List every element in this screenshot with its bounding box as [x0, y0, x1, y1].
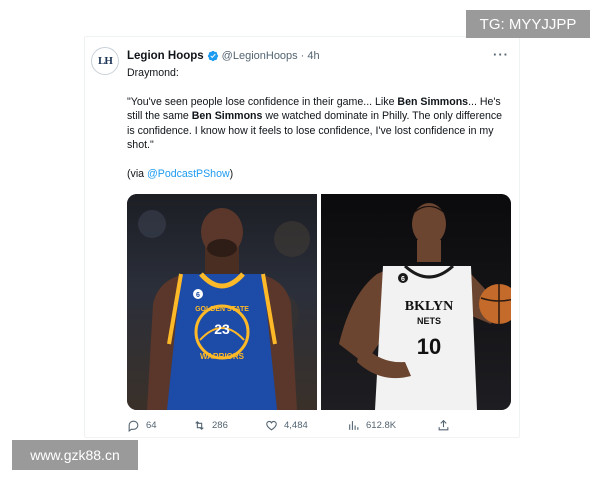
reply-count: 64 [146, 419, 157, 431]
jersey-text-top: BKLYN [405, 299, 454, 314]
tweet-card[interactable]: LH Legion Hoops @LegionHoops · 4h ··· Dr… [84, 36, 520, 438]
handle[interactable]: @LegionHoops [222, 50, 298, 62]
jersey-text-top: GOLDEN STATE [195, 306, 249, 313]
tweet-quote: "You've seen people lose confidence in t… [127, 95, 503, 152]
action-bar: 64 286 4,484 612.8K [127, 417, 511, 433]
jersey-text-bottom: WARRIORS [200, 352, 245, 361]
avatar[interactable]: LH [91, 47, 119, 75]
bold-name: Ben Simmons [191, 110, 263, 122]
verified-badge-icon [207, 50, 218, 62]
retweet-button[interactable]: 286 [193, 419, 265, 432]
jersey-number-left: 23 [214, 321, 230, 337]
legion-hoops-logo: LH [98, 55, 113, 67]
player-illustration-left: GOLDEN STATE 23 WARRIORS 6 [138, 208, 310, 410]
media-grid[interactable]: GOLDEN STATE 23 WARRIORS 6 BKLYN NETS 10… [127, 194, 511, 410]
timestamp[interactable]: 4h [307, 50, 319, 62]
jersey-text-bottom: NETS [417, 316, 441, 326]
share-button[interactable] [437, 419, 450, 432]
mention-link[interactable]: @PodcastPShow [147, 168, 230, 180]
views-count: 612.8K [366, 419, 397, 431]
bold-name: Ben Simmons [397, 95, 469, 108]
photo-draymond[interactable]: GOLDEN STATE 23 WARRIORS 6 [127, 194, 317, 410]
display-name[interactable]: Legion Hoops [127, 50, 204, 62]
tweet-text: Draymond: "You've seen people lose confi… [127, 66, 511, 181]
heart-icon [266, 420, 277, 430]
more-options-button[interactable]: ··· [493, 47, 509, 62]
watermark-site: www.gzk88.cn [12, 440, 138, 470]
watermark-tg: TG: MYYJJPP [466, 10, 590, 38]
views-button[interactable]: 612.8K [347, 419, 437, 432]
player-illustration-right: BKLYN NETS 10 6 [339, 203, 511, 410]
tweet-intro: Draymond: [127, 67, 179, 79]
tweet-via: (via @PodcastPShow) [127, 167, 234, 180]
retweet-icon [195, 420, 204, 430]
jersey-patch-number-left: 6 [196, 292, 200, 299]
like-count: 4,484 [284, 419, 308, 431]
reply-icon [128, 420, 139, 432]
tweet-header: Legion Hoops @LegionHoops · 4h [127, 48, 320, 64]
retweet-count: 286 [212, 419, 228, 431]
photo-ben-simmons[interactable]: BKLYN NETS 10 6 [321, 194, 511, 410]
jersey-patch-number-right: 6 [401, 276, 405, 283]
jersey-number-right: 10 [417, 334, 441, 359]
share-icon [438, 419, 449, 430]
separator-dot: · [300, 50, 305, 62]
reply-button[interactable]: 64 [127, 419, 193, 432]
views-bar-chart-icon [349, 420, 359, 430]
like-button[interactable]: 4,484 [265, 419, 347, 432]
